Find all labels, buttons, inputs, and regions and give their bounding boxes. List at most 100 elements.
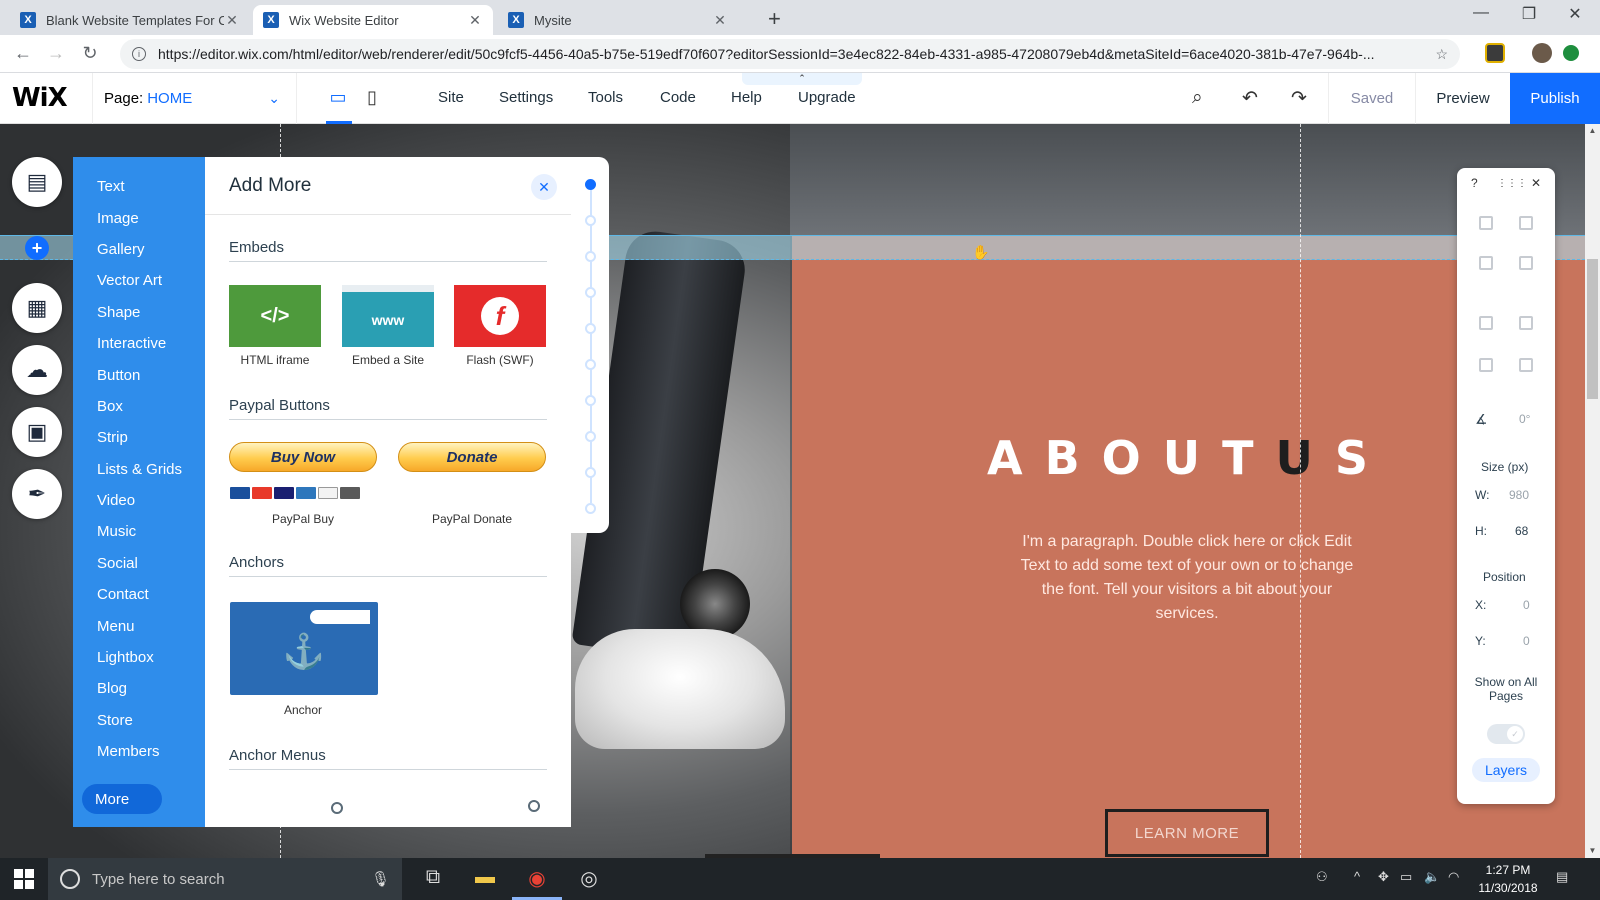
inspector-close-icon[interactable]: ✕ [1531,176,1541,190]
undo-icon[interactable]: ↶ [1242,87,1258,110]
stepper-dot[interactable] [585,287,596,298]
taskbar-search[interactable]: Type here to search 🎙 [48,858,402,900]
anchor-tile[interactable]: ⚓ [230,602,378,695]
people-icon[interactable]: ⚇ [1316,869,1328,885]
notifications-icon[interactable]: ▤ [1556,869,1568,885]
paypal-buy-now-button[interactable]: Buy Now [229,442,377,472]
reload-icon[interactable]: ↻ [79,43,101,64]
stepper-dot[interactable] [585,431,596,442]
dropbox-icon[interactable]: ✥ [1378,869,1389,885]
menu-code[interactable]: Code [660,89,696,106]
bookmark-star-icon[interactable]: ☆ [1435,46,1448,63]
category-music[interactable]: Music [97,523,136,540]
category-text[interactable]: Text [97,178,125,195]
media-upload-icon[interactable]: ☁ [12,345,62,395]
show-all-pages-toggle[interactable]: ✓ [1487,724,1525,744]
category-store[interactable]: Store [97,712,133,729]
delete-icon[interactable] [1519,256,1533,270]
tab-close-icon[interactable]: ✕ [224,12,240,29]
chrome-icon[interactable]: ◉ [524,866,550,892]
category-image[interactable]: Image [97,210,139,227]
volume-icon[interactable]: 🔈 [1424,869,1440,885]
category-social[interactable]: Social [97,555,138,572]
drag-handle-icon[interactable]: ⋮⋮⋮ [1497,178,1527,189]
url-field[interactable]: i https://editor.wix.com/html/editor/web… [120,39,1460,69]
collapse-toolbar-button[interactable]: ⌃ [742,73,862,85]
align-icon[interactable] [1519,316,1533,330]
duplicate-icon[interactable] [1479,256,1493,270]
menu-settings[interactable]: Settings [499,89,553,106]
width-value[interactable]: 980 [1509,488,1529,502]
wifi-icon[interactable]: ◠ [1448,869,1459,885]
task-view-icon[interactable]: ⧉ [420,866,446,892]
window-close-icon[interactable]: ✕ [1560,4,1590,24]
back-icon[interactable]: ← [12,43,34,64]
menu-tools[interactable]: Tools [588,89,623,106]
tab-close-icon[interactable]: ✕ [467,12,483,29]
new-tab-button[interactable]: + [768,6,781,32]
menu-site[interactable]: Site [438,89,464,106]
carousel-dot[interactable] [528,800,540,812]
microphone-icon[interactable]: 🎙 [371,870,390,888]
battery-icon[interactable]: ▭ [1400,869,1412,885]
distribute-icon[interactable] [1479,358,1493,372]
pages-menu-icon[interactable]: ▤ [12,157,62,207]
browser-tab[interactable]: X Mysite ✕ [498,5,738,35]
menu-upgrade[interactable]: Upgrade [798,89,856,106]
category-vector-art[interactable]: Vector Art [97,272,162,289]
stepper-dot[interactable] [585,323,596,334]
blog-pen-icon[interactable]: ✒ [12,469,62,519]
learn-more-button[interactable]: LEARN MORE [1105,809,1269,857]
tray-chevron-icon[interactable]: ^ [1354,869,1360,884]
bookings-calendar-icon[interactable]: ▣ [12,407,62,457]
extension-green-icon[interactable] [1563,45,1579,61]
height-value[interactable]: 68 [1515,524,1528,538]
stepper-dot[interactable] [585,467,596,478]
embed-site-tile[interactable]: www [342,285,434,347]
system-clock[interactable]: 1:27 PM 11/30/2018 [1468,861,1548,897]
stepper-dot[interactable] [585,503,596,514]
category-gallery[interactable]: Gallery [97,241,145,258]
category-interactive[interactable]: Interactive [97,335,166,352]
category-menu[interactable]: Menu [97,618,135,635]
menu-help[interactable]: Help [731,89,762,106]
stepper-dot[interactable] [585,395,596,406]
minimize-icon[interactable]: — [1466,4,1496,22]
rotate-icon[interactable]: ∡ [1475,411,1488,428]
html-iframe-tile[interactable]: </> [229,285,321,347]
forward-icon[interactable]: → [45,43,67,64]
category-shape[interactable]: Shape [97,304,140,321]
tab-close-icon[interactable]: ✕ [712,12,728,29]
preview-button[interactable]: Preview [1416,73,1510,124]
y-value[interactable]: 0 [1523,634,1530,648]
category-lists-grids[interactable]: Lists & Grids [97,461,182,478]
app-icon[interactable]: ◎ [576,866,602,892]
canvas-scrollbar[interactable]: ▲ ▼ [1585,124,1600,858]
about-paragraph[interactable]: I'm a paragraph. Double click here or cl… [1012,530,1362,626]
category-box[interactable]: Box [97,398,123,415]
stepper-dot[interactable] [585,215,596,226]
add-apps-icon[interactable]: ▦ [12,283,62,333]
stepper-dot[interactable] [585,251,596,262]
scroll-thumb[interactable] [1587,259,1598,399]
windows-start-icon[interactable] [14,869,34,889]
category-button[interactable]: Button [97,367,140,384]
close-icon[interactable]: ✕ [531,174,557,200]
category-video[interactable]: Video [97,492,135,509]
category-strip[interactable]: Strip [97,429,128,446]
browser-tab-active[interactable]: X Wix Website Editor ✕ [253,5,493,35]
browser-tab[interactable]: X Blank Website Templates For Cre ✕ [10,5,250,35]
profile-avatar[interactable] [1532,43,1552,63]
category-lightbox[interactable]: Lightbox [97,649,154,666]
add-icon[interactable]: + [25,236,49,260]
redo-icon[interactable]: ↷ [1291,87,1307,110]
maximize-icon[interactable]: ❐ [1514,4,1544,24]
scroll-down-icon[interactable]: ▼ [1585,846,1600,855]
copy-icon[interactable] [1479,216,1493,230]
category-contact[interactable]: Contact [97,586,149,603]
paste-icon[interactable] [1519,216,1533,230]
x-value[interactable]: 0 [1523,598,1530,612]
layers-button[interactable]: Layers [1472,758,1540,782]
arrange-icon[interactable] [1479,316,1493,330]
flash-tile[interactable]: f [454,285,546,347]
